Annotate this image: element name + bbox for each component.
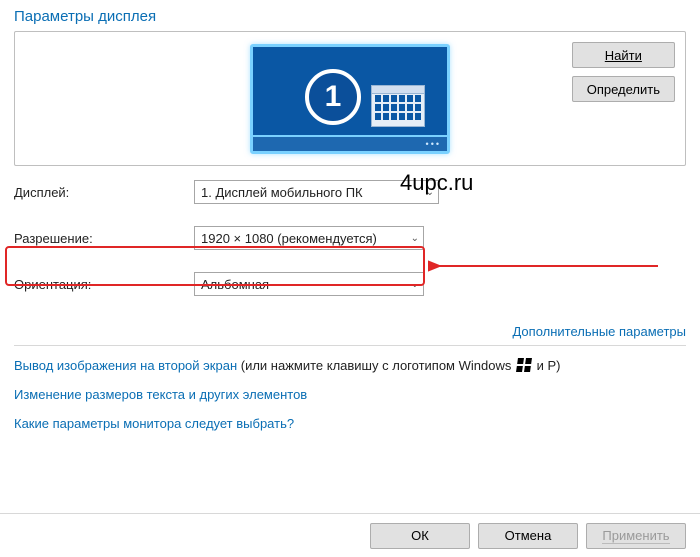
text-scaling-link[interactable]: Изменение размеров текста и других элеме… (14, 387, 307, 402)
resolution-label: Разрешение: (14, 231, 194, 246)
ok-button[interactable]: ОК (370, 523, 470, 549)
project-second-screen-link[interactable]: Вывод изображения на второй экран (14, 358, 237, 373)
help-links-block: Вывод изображения на второй экран (или н… (14, 358, 686, 431)
calendar-grid-icon (371, 85, 425, 127)
separator (14, 345, 686, 346)
dialog-footer: ОК Отмена Применить (0, 513, 700, 557)
find-button[interactable]: Найти (572, 42, 675, 68)
display-select-value: 1. Дисплей мобильного ПК (201, 185, 363, 200)
windows-logo-icon (516, 358, 532, 372)
help-text: (или нажмите клавишу с логотипом Windows (237, 358, 515, 373)
help-text: и P) (533, 358, 561, 373)
orientation-select[interactable]: Альбомная ⌄ (194, 272, 424, 296)
orientation-select-value: Альбомная (201, 277, 269, 292)
orientation-label: Ориентация: (14, 277, 194, 292)
monitor-number-badge: 1 (305, 69, 361, 125)
orientation-row: Ориентация: Альбомная ⌄ (14, 272, 686, 296)
monitor-params-help-link[interactable]: Какие параметры монитора следует выбрать… (14, 416, 294, 431)
advanced-settings-link[interactable]: Дополнительные параметры (512, 324, 686, 339)
resolution-row: Разрешение: 1920 × 1080 (рекомендуется) … (14, 226, 686, 250)
resolution-select-value: 1920 × 1080 (рекомендуется) (201, 231, 377, 246)
display-label: Дисплей: (14, 185, 194, 200)
display-row: Дисплей: 1. Дисплей мобильного ПК ⌄ (14, 180, 686, 204)
section-title: Параметры дисплея (14, 8, 686, 25)
apply-button[interactable]: Применить (586, 523, 686, 549)
watermark-text: 4upc.ru (400, 170, 473, 196)
chevron-down-icon: ⌄ (411, 279, 419, 290)
monitor-thumbnail[interactable]: 1 ••• (250, 44, 450, 154)
detect-button[interactable]: Определить (572, 76, 675, 102)
chevron-down-icon: ⌄ (411, 233, 419, 244)
monitor-identify-panel: 1 ••• Найти Определить (14, 31, 686, 166)
resolution-select[interactable]: 1920 × 1080 (рекомендуется) ⌄ (194, 226, 424, 250)
taskbar-dots-icon: ••• (426, 139, 441, 149)
cancel-button[interactable]: Отмена (478, 523, 578, 549)
